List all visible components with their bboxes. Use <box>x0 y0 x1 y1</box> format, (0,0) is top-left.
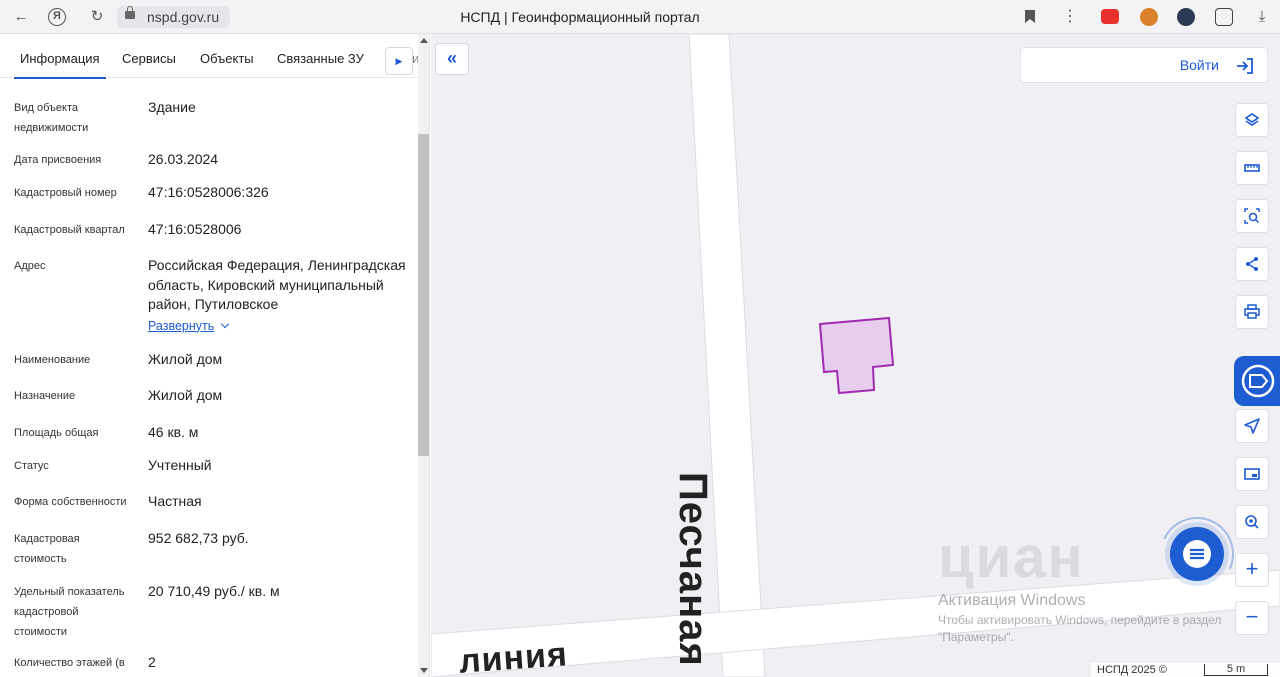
tab-objects[interactable]: Объекты <box>200 51 254 66</box>
ruler-button[interactable] <box>1235 151 1269 185</box>
scroll-up-icon[interactable] <box>420 38 428 43</box>
location-arrow-icon <box>1244 418 1260 434</box>
map-roads <box>431 34 1280 677</box>
cursor-extension-icon[interactable] <box>1177 8 1195 26</box>
chevron-down-icon <box>221 319 230 328</box>
puzzle-extension-icon[interactable] <box>1215 8 1233 26</box>
info-value: Учтенный <box>148 457 212 473</box>
collapse-panel-button[interactable]: « <box>435 43 469 75</box>
scale-bar: 5 m <box>1204 664 1268 676</box>
info-label: Удельный показатель кадастровой стоимост… <box>14 586 125 638</box>
area-search-icon <box>1244 208 1260 224</box>
watermark-text: циан <box>938 525 1085 590</box>
special-service-button[interactable] <box>1234 356 1280 406</box>
camera-extension-icon[interactable] <box>1101 9 1119 24</box>
geolocation-icon <box>1245 515 1259 529</box>
info-value: Частная <box>148 493 202 509</box>
windows-activation-title: Активация Windows <box>938 592 1086 609</box>
info-label: Кадастровый номер <box>14 187 117 199</box>
share-icon <box>1246 257 1258 271</box>
info-label: Адрес <box>14 260 46 272</box>
tab-bar: Информация Сервисы Объекты Связанные ЗУ … <box>0 34 419 79</box>
print-icon <box>1244 304 1260 319</box>
login-icon <box>1237 58 1253 74</box>
chat-button[interactable] <box>1170 527 1224 581</box>
info-value: 2 <box>148 654 156 670</box>
info-value: 47:16:0528006 <box>148 221 242 237</box>
info-label: Количество этажей (в <box>14 657 125 669</box>
info-value: 26.03.2024 <box>148 151 219 167</box>
info-value: 47:16:0528006:326 <box>148 184 269 200</box>
info-label: Кадастровый квартал <box>14 224 125 236</box>
chat-icon <box>1183 540 1211 568</box>
info-value: Жилой дом <box>148 387 223 403</box>
extension-icon[interactable] <box>1140 8 1158 26</box>
info-value: Российская Федерация, Ленинградская обла… <box>148 256 410 336</box>
layers-icon <box>1244 113 1260 126</box>
tab-services[interactable]: Сервисы <box>122 51 176 66</box>
building-parcel <box>818 316 895 395</box>
windows-activation-text: Чтобы активировать Windows, перейдите в … <box>938 613 1222 644</box>
info-label: Площадь общая <box>14 427 99 439</box>
expand-link[interactable]: Развернуть <box>148 316 410 337</box>
map-view[interactable]: Песчаная линия циан Активация Windows Чт… <box>431 34 1280 677</box>
menu-dots-icon[interactable]: ⋮ <box>1062 6 1078 26</box>
copyright-text: НСПД 2025 © <box>1097 664 1167 676</box>
browser-toolbar: ← Я ↻ nspd.gov.ru НСПД | Геоинформационн… <box>0 0 1280 34</box>
street-label-horizontal: линия <box>457 635 569 677</box>
info-label: Вид объекта недвижимости <box>14 102 89 134</box>
scrollbar-thumb[interactable] <box>418 134 429 456</box>
service-logo-icon <box>1241 364 1275 398</box>
share-button[interactable] <box>1235 247 1269 281</box>
login-button[interactable]: Войти <box>1020 47 1268 83</box>
info-panel: Информация Сервисы Объекты Связанные ЗУ … <box>0 34 430 677</box>
tabs-next-button[interactable]: ▶ <box>385 47 413 75</box>
layers-button[interactable] <box>1235 103 1269 137</box>
info-label: Наименование <box>14 354 91 366</box>
minimap-button[interactable] <box>1235 457 1269 491</box>
info-label: Назначение <box>14 390 76 402</box>
info-label: Кадастровая стоимость <box>14 533 80 565</box>
ruler-icon <box>1244 164 1260 172</box>
navigate-button[interactable] <box>1235 409 1269 443</box>
tab-info[interactable]: Информация <box>14 51 106 79</box>
geolocation-button[interactable] <box>1235 505 1269 539</box>
map-footer: НСПД 2025 © 5 m <box>1091 663 1280 677</box>
info-label: Дата присвоения <box>14 154 102 166</box>
info-value: Здание <box>148 99 196 115</box>
street-label-vertical: Песчаная <box>671 472 715 667</box>
download-icon[interactable]: ⤓ <box>1251 6 1273 28</box>
scroll-down-icon[interactable] <box>420 668 428 673</box>
zoom-out-button[interactable]: − <box>1235 601 1269 635</box>
info-value: 46 кв. м <box>148 424 199 440</box>
print-button[interactable] <box>1235 295 1269 329</box>
info-value: Жилой дом <box>148 351 223 367</box>
minimap-icon <box>1244 468 1260 480</box>
info-label: Форма собственности <box>14 496 127 508</box>
address-text: Российская Федерация, Ленинградская обла… <box>148 257 406 312</box>
page-title: НСПД | Геоинформационный портал <box>460 9 700 25</box>
zoom-in-button[interactable]: + <box>1235 553 1269 587</box>
info-label: Статус <box>14 460 49 472</box>
tab-related-land[interactable]: Связанные ЗУ <box>277 51 364 66</box>
area-search-button[interactable] <box>1235 199 1269 233</box>
info-value: 952 682,73 руб. <box>148 530 249 546</box>
login-label: Войти <box>1179 57 1219 73</box>
info-value: 20 710,49 руб./ кв. м <box>148 583 280 599</box>
